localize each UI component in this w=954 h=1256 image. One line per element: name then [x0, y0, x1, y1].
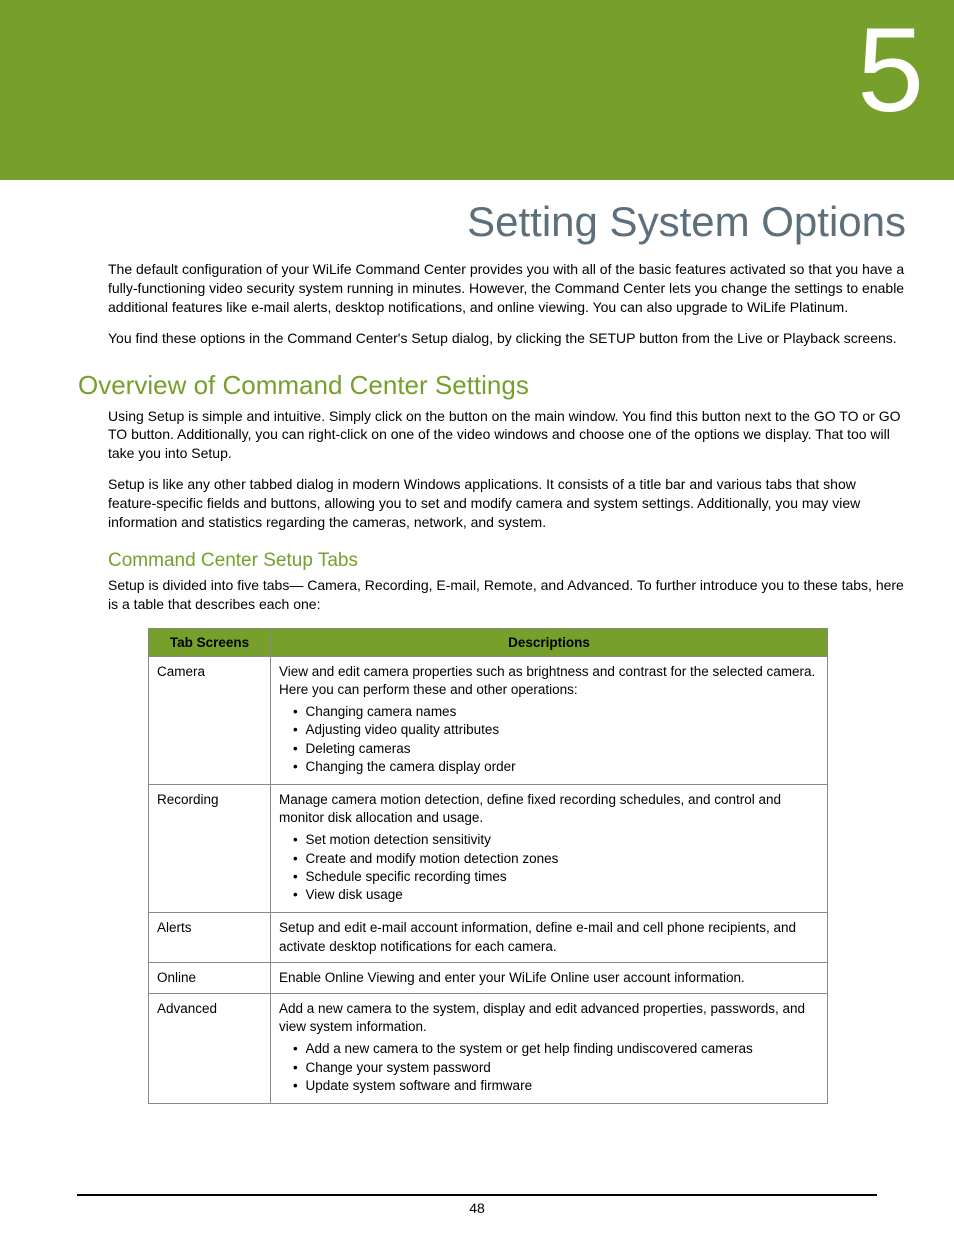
page-footer: 48 [77, 1194, 877, 1216]
tab-description-cell: View and edit camera properties such as … [271, 656, 828, 784]
tab-name-cell: Alerts [149, 913, 271, 962]
tab-description-cell: Enable Online Viewing and enter your WiL… [271, 962, 828, 993]
tab-name-cell: Camera [149, 656, 271, 784]
table-row: AdvancedAdd a new camera to the system, … [149, 993, 828, 1103]
tabs-table: Tab Screens Descriptions CameraView and … [148, 628, 828, 1104]
intro-paragraph-1: The default configuration of your WiLife… [108, 260, 906, 317]
tab-description-text: Add a new camera to the system, display … [279, 1000, 819, 1036]
tab-name-cell: Advanced [149, 993, 271, 1103]
table-row: RecordingManage camera motion detection,… [149, 785, 828, 913]
tab-name-cell: Online [149, 962, 271, 993]
table-header-tabscreens: Tab Screens [149, 628, 271, 656]
page-container: 5 Setting System Options The default con… [0, 0, 954, 1256]
bullet-item: Set motion detection sensitivity [305, 831, 819, 849]
overview-section: Overview of Command Center Settings [0, 370, 954, 401]
bullet-item: View disk usage [305, 886, 819, 904]
bullet-item: Update system software and firmware [305, 1077, 819, 1095]
table-row: AlertsSetup and edit e-mail account info… [149, 913, 828, 962]
chapter-number: 5 [857, 10, 924, 130]
bullet-item: Change your system password [305, 1059, 819, 1077]
intro-section: The default configuration of your WiLife… [0, 260, 954, 348]
bullet-item: Changing the camera display order [305, 758, 819, 776]
overview-paragraph-1: Using Setup is simple and intuitive. Sim… [108, 407, 906, 464]
overview-body: Using Setup is simple and intuitive. Sim… [0, 407, 954, 532]
table-header-row: Tab Screens Descriptions [149, 628, 828, 656]
table-header-descriptions: Descriptions [271, 628, 828, 656]
chapter-banner: 5 [0, 0, 954, 180]
bullet-list: Add a new camera to the system or get he… [279, 1040, 819, 1095]
tab-description-cell: Setup and edit e-mail account informatio… [271, 913, 828, 962]
bullet-list: Set motion detection sensitivityCreate a… [279, 831, 819, 904]
overview-paragraph-2: Setup is like any other tabbed dialog in… [108, 475, 906, 532]
table-row: CameraView and edit camera properties su… [149, 656, 828, 784]
bullet-list: Changing camera namesAdjusting video qua… [279, 703, 819, 776]
bullet-item: Adjusting video quality attributes [305, 721, 819, 739]
overview-heading: Overview of Command Center Settings [78, 370, 906, 401]
tab-description-text: View and edit camera properties such as … [279, 663, 819, 699]
intro-paragraph-2: You find these options in the Command Ce… [108, 329, 906, 348]
bullet-item: Add a new camera to the system or get he… [305, 1040, 819, 1058]
tabs-heading: Command Center Setup Tabs [108, 550, 906, 572]
bullet-item: Schedule specific recording times [305, 868, 819, 886]
tabs-section: Command Center Setup Tabs Setup is divid… [0, 550, 954, 1104]
page-number: 48 [469, 1200, 485, 1216]
tab-description-text: Enable Online Viewing and enter your WiL… [279, 969, 819, 987]
tab-name-cell: Recording [149, 785, 271, 913]
tab-description-text: Setup and edit e-mail account informatio… [279, 919, 819, 955]
chapter-title: Setting System Options [0, 198, 906, 246]
table-row: Online Enable Online Viewing and enter yo… [149, 962, 828, 993]
tab-description-cell: Add a new camera to the system, display … [271, 993, 828, 1103]
tab-description-text: Manage camera motion detection, define f… [279, 791, 819, 827]
bullet-item: Deleting cameras [305, 740, 819, 758]
tab-description-cell: Manage camera motion detection, define f… [271, 785, 828, 913]
bullet-item: Changing camera names [305, 703, 819, 721]
bullet-item: Create and modify motion detection zones [305, 850, 819, 868]
tabs-intro: Setup is divided into five tabs— Camera,… [108, 576, 906, 614]
